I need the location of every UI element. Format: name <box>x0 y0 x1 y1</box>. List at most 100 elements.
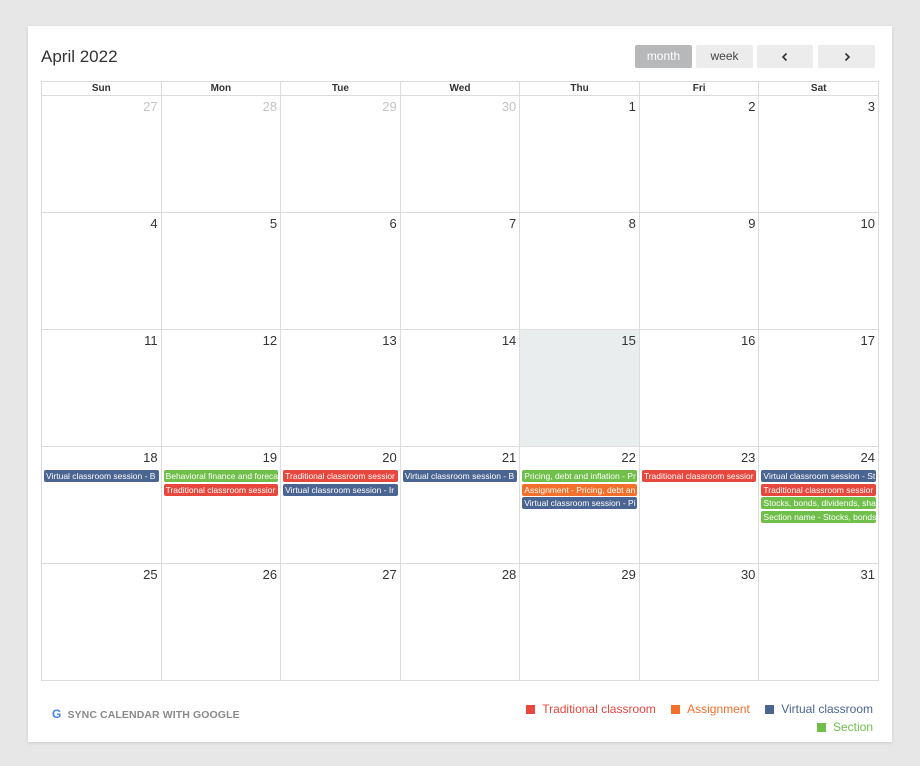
day-cell[interactable]: 22 Pricing, debt and inflation - Pr Assign… <box>520 447 640 564</box>
day-number: 21 <box>501 450 517 465</box>
event-list: Virtual classroom session - B <box>402 470 518 484</box>
day-number: 27 <box>143 99 158 114</box>
event-assignment[interactable]: Assignment - Pricing, debt an <box>522 483 637 496</box>
day-cell[interactable]: 13 <box>281 330 401 447</box>
legend-row: Section <box>514 718 873 736</box>
day-cell[interactable]: 25 <box>42 564 162 681</box>
day-number: 29 <box>382 99 397 114</box>
event-traditional[interactable]: Traditional classroom sessior <box>641 470 757 482</box>
event-section[interactable]: Stocks, bonds, dividends, sha <box>761 497 876 509</box>
event-virtual[interactable]: Virtual classroom session - St <box>761 470 876 482</box>
legend-label: Virtual classroom <box>781 702 873 716</box>
week-row: 11 12 13 14 15 16 17 <box>42 330 879 447</box>
day-number: 18 <box>143 450 158 465</box>
day-number: 19 <box>262 450 278 465</box>
day-number: 5 <box>269 216 278 231</box>
day-number: 22 <box>621 450 636 465</box>
day-cell[interactable]: 30 <box>639 564 760 681</box>
day-cell[interactable]: 3 <box>759 96 879 213</box>
day-cell[interactable]: 9 <box>639 213 760 330</box>
sync-label: SYNC CALENDAR WITH GOOGLE <box>67 709 240 721</box>
day-cell[interactable]: 6 <box>281 213 401 330</box>
day-cell[interactable]: 23 Traditional classroom sessior <box>639 447 760 564</box>
day-number: 31 <box>860 567 875 582</box>
day-cell[interactable]: 8 <box>520 213 640 330</box>
day-cell[interactable]: 14 <box>400 330 521 447</box>
event-virtual[interactable]: Virtual classroom session - B <box>44 470 159 482</box>
week-view-button[interactable]: week <box>696 45 753 68</box>
day-cell[interactable]: 12 <box>161 330 282 447</box>
event-list: Traditional classroom sessior Virtual cla… <box>283 470 398 497</box>
day-cell[interactable]: 5 <box>161 213 282 330</box>
day-cell[interactable]: 27 <box>42 96 162 213</box>
day-number: 1 <box>628 99 636 114</box>
sync-google-button[interactable]: G SYNC CALENDAR WITH GOOGLE <box>52 707 240 721</box>
event-traditional[interactable]: Traditional classroom sessior <box>761 483 876 496</box>
day-number: 7 <box>509 216 517 231</box>
day-cell[interactable]: 11 <box>42 330 162 447</box>
week-row: 4 5 6 7 8 9 10 <box>42 213 879 330</box>
month-view-button[interactable]: month <box>635 45 692 68</box>
legend-label: Assignment <box>687 702 750 716</box>
day-cell[interactable]: 2 <box>639 96 760 213</box>
week-row: 27 28 29 30 1 2 3 <box>42 96 879 213</box>
day-cell[interactable]: 29 <box>281 96 401 213</box>
day-cell[interactable]: 16 <box>639 330 760 447</box>
day-number: 2 <box>748 99 756 114</box>
day-cell[interactable]: 28 <box>400 564 521 681</box>
day-number: 28 <box>262 99 278 114</box>
day-cell[interactable]: 21 Virtual classroom session - B <box>400 447 521 564</box>
day-number: 29 <box>621 567 636 582</box>
day-cell[interactable]: 19 Behavioral finance and foreca Tradition… <box>161 447 282 564</box>
day-number: 26 <box>262 567 278 582</box>
day-cell[interactable]: 4 <box>42 213 162 330</box>
day-cell[interactable]: 7 <box>400 213 521 330</box>
week-row: 25 26 27 28 29 30 31 <box>42 564 879 681</box>
day-number: 20 <box>382 450 397 465</box>
day-cell-today[interactable]: 15 <box>520 330 640 447</box>
day-cell[interactable]: 26 <box>161 564 282 681</box>
day-number: 28 <box>501 567 517 582</box>
calendar-title: April 2022 <box>41 47 118 66</box>
day-cell[interactable]: 30 <box>400 96 521 213</box>
day-cell[interactable]: 17 <box>759 330 879 447</box>
event-list: Virtual classroom session - St Traditiona… <box>761 470 876 524</box>
event-traditional[interactable]: Traditional classroom sessior <box>283 470 398 482</box>
legend-swatch <box>671 704 681 714</box>
chevron-left-icon <box>781 52 788 62</box>
day-cell[interactable]: 18 Virtual classroom session - B <box>42 447 162 564</box>
event-virtual[interactable]: Virtual classroom session - Ir <box>283 483 398 496</box>
weekday-label: Tue <box>281 82 401 96</box>
day-cell[interactable]: 27 <box>281 564 401 681</box>
event-list: Pricing, debt and inflation - Pr Assignme… <box>522 470 637 511</box>
day-number: 13 <box>382 333 397 348</box>
event-section[interactable]: Behavioral finance and foreca <box>163 470 279 482</box>
day-number: 11 <box>144 333 158 348</box>
google-icon: G <box>52 707 62 721</box>
event-traditional[interactable]: Traditional classroom sessior <box>163 483 279 496</box>
legend-item-virtual: Virtual classroom <box>765 700 873 718</box>
day-number: 12 <box>262 333 278 348</box>
chevron-right-icon <box>844 52 850 62</box>
day-cell[interactable]: 10 <box>759 213 879 330</box>
event-virtual[interactable]: Virtual classroom session - Pi <box>522 497 637 509</box>
day-number: 25 <box>143 567 158 582</box>
day-cell[interactable]: 28 <box>161 96 282 213</box>
day-number: 10 <box>860 216 875 231</box>
weekday-label: Fri <box>639 82 760 96</box>
day-cell[interactable]: 29 <box>520 564 640 681</box>
legend: Traditional classroom Assignment Virtual… <box>514 700 873 736</box>
day-number: 9 <box>748 216 756 231</box>
legend-row: Traditional classroom Assignment Virtual… <box>514 700 873 718</box>
day-cell[interactable]: 1 <box>520 96 640 213</box>
day-number: 24 <box>860 450 875 465</box>
next-month-button[interactable] <box>818 45 875 68</box>
day-number: 6 <box>389 216 397 231</box>
day-cell[interactable]: 31 <box>759 564 879 681</box>
event-section[interactable]: Section name - Stocks, bonds <box>761 510 876 523</box>
day-cell[interactable]: 24 Virtual classroom session - St Traditio… <box>759 447 879 564</box>
event-virtual[interactable]: Virtual classroom session - B <box>402 470 518 482</box>
day-cell[interactable]: 20 Traditional classroom sessior Virtual c… <box>281 447 401 564</box>
event-section[interactable]: Pricing, debt and inflation - Pr <box>522 470 637 482</box>
previous-month-button[interactable] <box>757 45 813 68</box>
